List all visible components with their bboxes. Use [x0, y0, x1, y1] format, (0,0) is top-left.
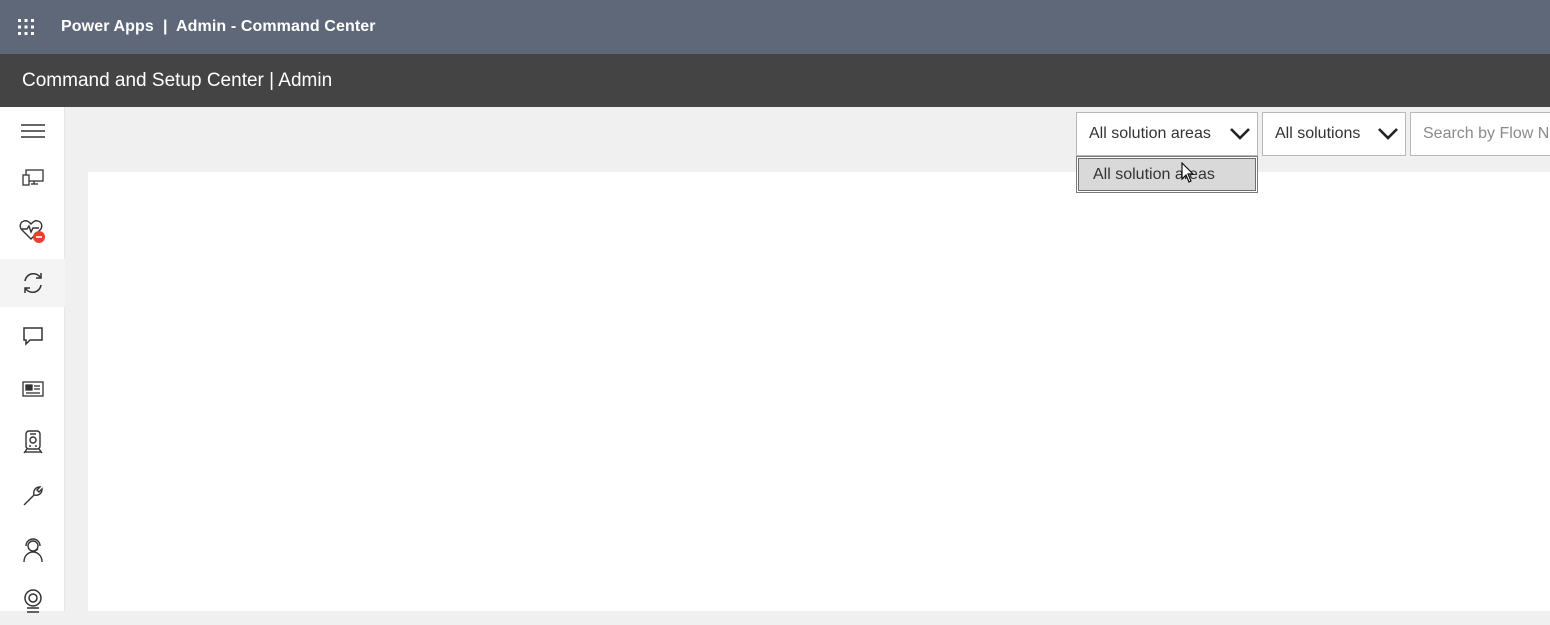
waffle-icon[interactable] — [0, 0, 52, 54]
support-agent-icon[interactable] — [0, 526, 65, 574]
chevron-down-icon — [1229, 124, 1251, 149]
wrench-icon[interactable] — [0, 472, 65, 520]
search-input[interactable] — [1411, 113, 1550, 155]
app-header: Power Apps | Admin - Command Center — [0, 0, 1550, 54]
solution-areas-dropdown[interactable]: All solution areas — [1076, 112, 1258, 156]
flow-search — [1410, 112, 1550, 156]
solutions-selected: All solutions — [1275, 125, 1361, 142]
solution-areas-option[interactable]: All solution areas — [1078, 158, 1256, 191]
chat-icon[interactable] — [0, 312, 65, 360]
main-panel — [88, 172, 1550, 611]
app-title[interactable]: Power Apps | Admin - Command Center — [61, 18, 376, 36]
hamburger-menu-icon[interactable] — [0, 107, 65, 155]
solutions-dropdown[interactable]: All solutions — [1262, 112, 1406, 156]
page-header: Command and Setup Center | Admin — [0, 54, 1550, 107]
train-icon[interactable] — [0, 418, 65, 466]
badge-icon[interactable] — [0, 577, 65, 625]
solution-areas-menu: All solution areas — [1076, 156, 1258, 193]
page-title: Command and Setup Center | Admin — [22, 69, 333, 91]
side-navigation — [0, 107, 65, 613]
mouse-cursor-icon — [1181, 161, 1195, 189]
chevron-down-icon — [1377, 124, 1399, 149]
health-heart-icon[interactable] — [0, 207, 65, 255]
news-icon[interactable] — [0, 365, 65, 413]
devices-icon[interactable] — [0, 153, 65, 201]
sync-icon[interactable] — [0, 259, 65, 307]
solution-areas-selected: All solution areas — [1089, 125, 1211, 142]
